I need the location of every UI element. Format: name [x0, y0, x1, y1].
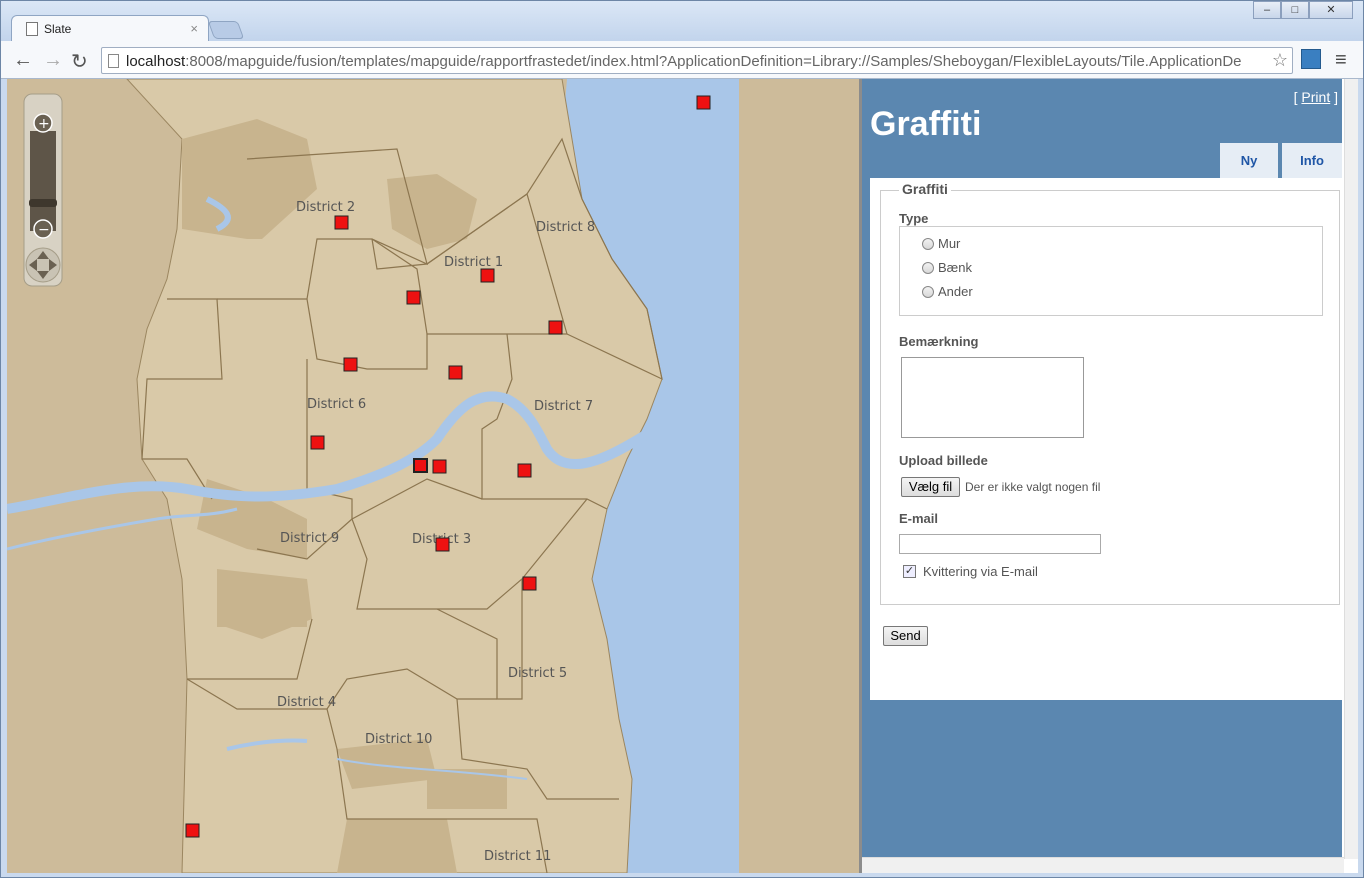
district-label: District 2	[296, 200, 355, 215]
radio-icon[interactable]	[922, 262, 934, 274]
fieldset-legend: Graffiti	[899, 181, 951, 197]
choose-file-button[interactable]: Vælg fil	[901, 477, 960, 497]
district-label: District 11	[484, 849, 551, 864]
graffiti-marker[interactable]	[435, 537, 450, 552]
page-icon	[108, 54, 119, 68]
graffiti-marker[interactable]	[480, 268, 495, 283]
radio-baenk[interactable]: Bænk	[922, 260, 972, 275]
graffiti-fieldset: Graffiti Type Mur Bænk Ander Bemærkning …	[880, 181, 1340, 605]
horizontal-scrollbar[interactable]	[862, 857, 1344, 873]
page-icon	[26, 22, 38, 36]
tab-ny[interactable]: Ny	[1220, 143, 1278, 178]
district-label: District 7	[534, 399, 593, 414]
zoom-slider-track[interactable]	[30, 131, 56, 231]
browser-window: Slate × – □ ✕ ← → ↻ localhost:8008/mapgu…	[0, 0, 1364, 878]
address-bar[interactable]: localhost:8008/mapguide/fusion/templates…	[101, 47, 1293, 74]
district-label: District 1	[444, 255, 503, 270]
url-host: localhost	[126, 53, 186, 70]
receipt-checkbox[interactable]: ✓	[903, 565, 916, 578]
forward-arrow-icon[interactable]: →	[43, 49, 63, 72]
district-label: District 9	[280, 531, 339, 546]
extension-icon[interactable]	[1301, 49, 1321, 69]
district-label: District 4	[277, 695, 336, 710]
zoom-in-glyph: +	[38, 116, 50, 132]
file-status: Der er ikke valgt nogen fil	[965, 480, 1101, 494]
email-field[interactable]	[899, 534, 1101, 554]
browser-toolbar: ← → ↻ localhost:8008/mapguide/fusion/tem…	[1, 41, 1363, 79]
window-controls: – □ ✕	[1253, 1, 1353, 19]
email-label: E-mail	[899, 511, 939, 526]
print-bracket-close: ]	[1330, 89, 1338, 105]
url-path: :8008/mapguide/fusion/templates/mapguide…	[185, 53, 1242, 70]
tab-info[interactable]: Info	[1282, 143, 1342, 178]
remark-textarea[interactable]	[901, 357, 1084, 438]
zoom-slider-handle[interactable]	[29, 199, 57, 207]
type-options-box: Mur Bænk Ander	[899, 226, 1323, 316]
browser-tab[interactable]: Slate ×	[11, 15, 209, 43]
graffiti-form: Graffiti Type Mur Bænk Ander Bemærkning …	[870, 178, 1342, 700]
radio-label: Ander	[938, 284, 973, 299]
graffiti-marker[interactable]	[448, 365, 463, 380]
district-label: District 10	[365, 732, 432, 747]
url-text[interactable]: localhost:8008/mapguide/fusion/templates…	[126, 53, 1266, 70]
radio-label: Mur	[938, 236, 961, 251]
graffiti-marker[interactable]	[406, 290, 421, 305]
graffiti-marker[interactable]	[696, 95, 711, 110]
radio-ander[interactable]: Ander	[922, 284, 973, 299]
print-link[interactable]: Print	[1301, 89, 1330, 105]
maximize-button[interactable]: □	[1281, 1, 1309, 19]
bookmark-star-icon[interactable]: ☆	[1272, 50, 1288, 71]
close-window-button[interactable]: ✕	[1309, 1, 1353, 19]
graffiti-marker[interactable]	[343, 357, 358, 372]
back-arrow-icon[interactable]: ←	[13, 49, 33, 72]
remark-label: Bemærkning	[899, 334, 979, 349]
graffiti-marker[interactable]	[310, 435, 325, 450]
reload-icon[interactable]: ↻	[71, 49, 88, 74]
close-tab-icon[interactable]: ×	[190, 21, 198, 36]
map-view[interactable]: District 2 District 8 District 1 Distric…	[7, 79, 859, 873]
page-title: Graffiti	[870, 105, 982, 143]
graffiti-marker[interactable]	[517, 463, 532, 478]
vertical-scrollbar[interactable]	[1344, 79, 1358, 859]
page-viewport: District 2 District 8 District 1 Distric…	[7, 79, 1358, 873]
graffiti-marker[interactable]	[413, 458, 428, 473]
radio-icon[interactable]	[922, 286, 934, 298]
district-label: District 5	[508, 666, 567, 681]
print-link-wrapper: [ Print ]	[1294, 89, 1338, 105]
district-label: District 6	[307, 397, 366, 412]
receipt-label: Kvittering via E-mail	[923, 564, 1038, 579]
task-panel: [ Print ] Graffiti Ny Info Graffiti Type…	[862, 79, 1342, 859]
graffiti-marker[interactable]	[548, 320, 563, 335]
tab-title: Slate	[44, 22, 72, 36]
zoom-out-glyph: −	[38, 222, 50, 238]
land-patch	[217, 599, 307, 627]
radio-icon[interactable]	[922, 238, 934, 250]
graffiti-marker[interactable]	[522, 576, 537, 591]
radio-label: Bænk	[938, 260, 972, 275]
district-label: District 8	[536, 220, 595, 235]
radio-mur[interactable]: Mur	[922, 236, 960, 251]
new-tab-button[interactable]	[207, 21, 245, 39]
graffiti-marker[interactable]	[334, 215, 349, 230]
title-bar: Slate × – □ ✕	[1, 1, 1363, 43]
upload-label: Upload billede	[899, 453, 988, 468]
panel-tabs: Ny Info	[1216, 143, 1342, 178]
land-patch	[337, 819, 457, 873]
minimize-button[interactable]: –	[1253, 1, 1281, 19]
menu-icon[interactable]: ≡	[1335, 49, 1347, 72]
map-canvas[interactable]: District 2 District 8 District 1 Distric…	[7, 79, 859, 873]
type-label: Type	[899, 211, 929, 226]
graffiti-marker[interactable]	[185, 823, 200, 838]
zoom-control[interactable]: + −	[23, 93, 63, 287]
send-button[interactable]: Send	[883, 626, 928, 646]
graffiti-marker[interactable]	[432, 459, 447, 474]
